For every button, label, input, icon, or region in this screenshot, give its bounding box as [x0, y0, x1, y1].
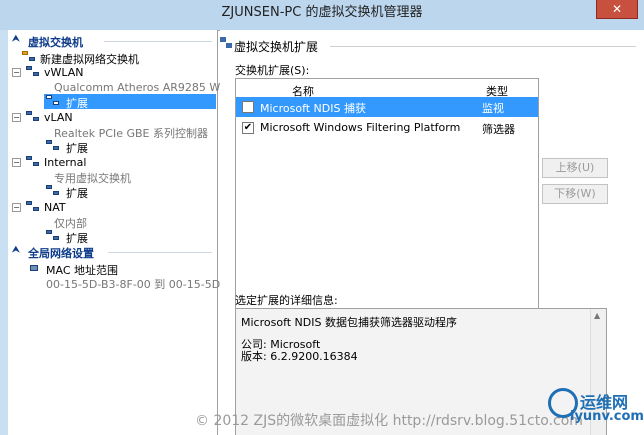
enable-checkbox[interactable]: ✔	[242, 122, 254, 134]
tree-item-internal-extensions[interactable]: 扩展	[44, 184, 216, 200]
move-up-button[interactable]: 上移(U)	[542, 158, 608, 178]
expand-toggle-icon[interactable]: −	[12, 113, 21, 122]
window-title: ZJUNSEN-PC 的虚拟交换机管理器	[221, 5, 423, 20]
extension-icon	[46, 140, 60, 152]
extensions-label: 交换机扩展(S):	[235, 64, 310, 77]
tree-item-internal[interactable]: − Internal	[12, 155, 212, 170]
extension-icon	[46, 95, 60, 107]
expand-toggle-icon[interactable]: −	[12, 158, 21, 167]
extensions-list[interactable]: 名称 类型 Microsoft NDIS 捕获 监视 ✔ Microsoft W…	[235, 78, 539, 310]
switch-icon	[26, 156, 40, 168]
expand-toggle-icon[interactable]: −	[12, 203, 21, 212]
list-item-ndis-capture[interactable]: Microsoft NDIS 捕获 监视	[236, 97, 538, 117]
move-down-button[interactable]: 下移(W)	[542, 184, 608, 204]
details-pane: 虚拟交换机扩展 交换机扩展(S): 名称 类型 Microsoft NDIS 捕…	[220, 30, 644, 435]
tree-item-vwlan[interactable]: − vWLAN	[12, 65, 212, 80]
collapse-chevron-icon[interactable]: ⮝	[12, 34, 20, 44]
extension-version: 版本: 6.2.9200.16384	[241, 350, 358, 363]
extension-icon	[46, 185, 60, 197]
new-switch-icon	[22, 51, 36, 63]
tree-item-mac-range[interactable]: MAC 地址范围	[28, 261, 218, 277]
collapse-chevron-icon[interactable]: ⮝	[12, 245, 20, 255]
list-item-wfp[interactable]: ✔ Microsoft Windows Filtering Platform 筛…	[236, 118, 538, 138]
divider	[330, 46, 636, 47]
scroll-up-icon[interactable]: ▲	[594, 311, 600, 320]
details-label: 选定扩展的详细信息:	[235, 294, 338, 307]
network-adapter-icon	[28, 262, 42, 274]
divider	[104, 41, 212, 42]
switch-extension-icon	[220, 37, 232, 49]
extension-description: Microsoft NDIS 数据包捕获筛选器驱动程序	[241, 316, 457, 329]
tree-item-nat[interactable]: − NAT	[12, 200, 212, 215]
section-header-virtual-switches[interactable]: ⮝ 虚拟交换机	[8, 34, 218, 49]
watermark: © 2012 ZJS的微软桌面虚拟化 http://rdsrv.blog.51c…	[195, 413, 583, 429]
tree-item-vlan-extensions[interactable]: 扩展	[44, 139, 216, 155]
panel-title: 虚拟交换机扩展	[234, 40, 319, 54]
site-logo: 运维网 iyunv.com	[548, 386, 644, 435]
enable-checkbox[interactable]	[242, 101, 254, 113]
switch-icon	[26, 111, 40, 123]
tree-item-nat-extensions[interactable]: 扩展	[44, 229, 216, 245]
switch-icon	[26, 66, 40, 78]
expand-toggle-icon[interactable]: −	[12, 68, 21, 77]
section-header-global-network[interactable]: ⮝ 全局网络设置	[8, 245, 218, 260]
navigation-tree: ⮝ 虚拟交换机 新建虚拟网络交换机 − vWLAN Qualcomm Ather…	[8, 30, 254, 435]
switch-icon	[26, 201, 40, 213]
tree-item-new-switch[interactable]: 新建虚拟网络交换机	[12, 50, 212, 66]
divider	[108, 252, 212, 253]
close-button[interactable]: ✕	[596, 0, 638, 19]
tree-item-vlan[interactable]: − vLAN	[12, 110, 212, 125]
title-bar: ZJUNSEN-PC 的虚拟交换机管理器 ✕	[0, 0, 644, 30]
extension-icon	[46, 230, 60, 242]
tree-item-vwlan-extensions[interactable]: 扩展	[44, 94, 216, 110]
